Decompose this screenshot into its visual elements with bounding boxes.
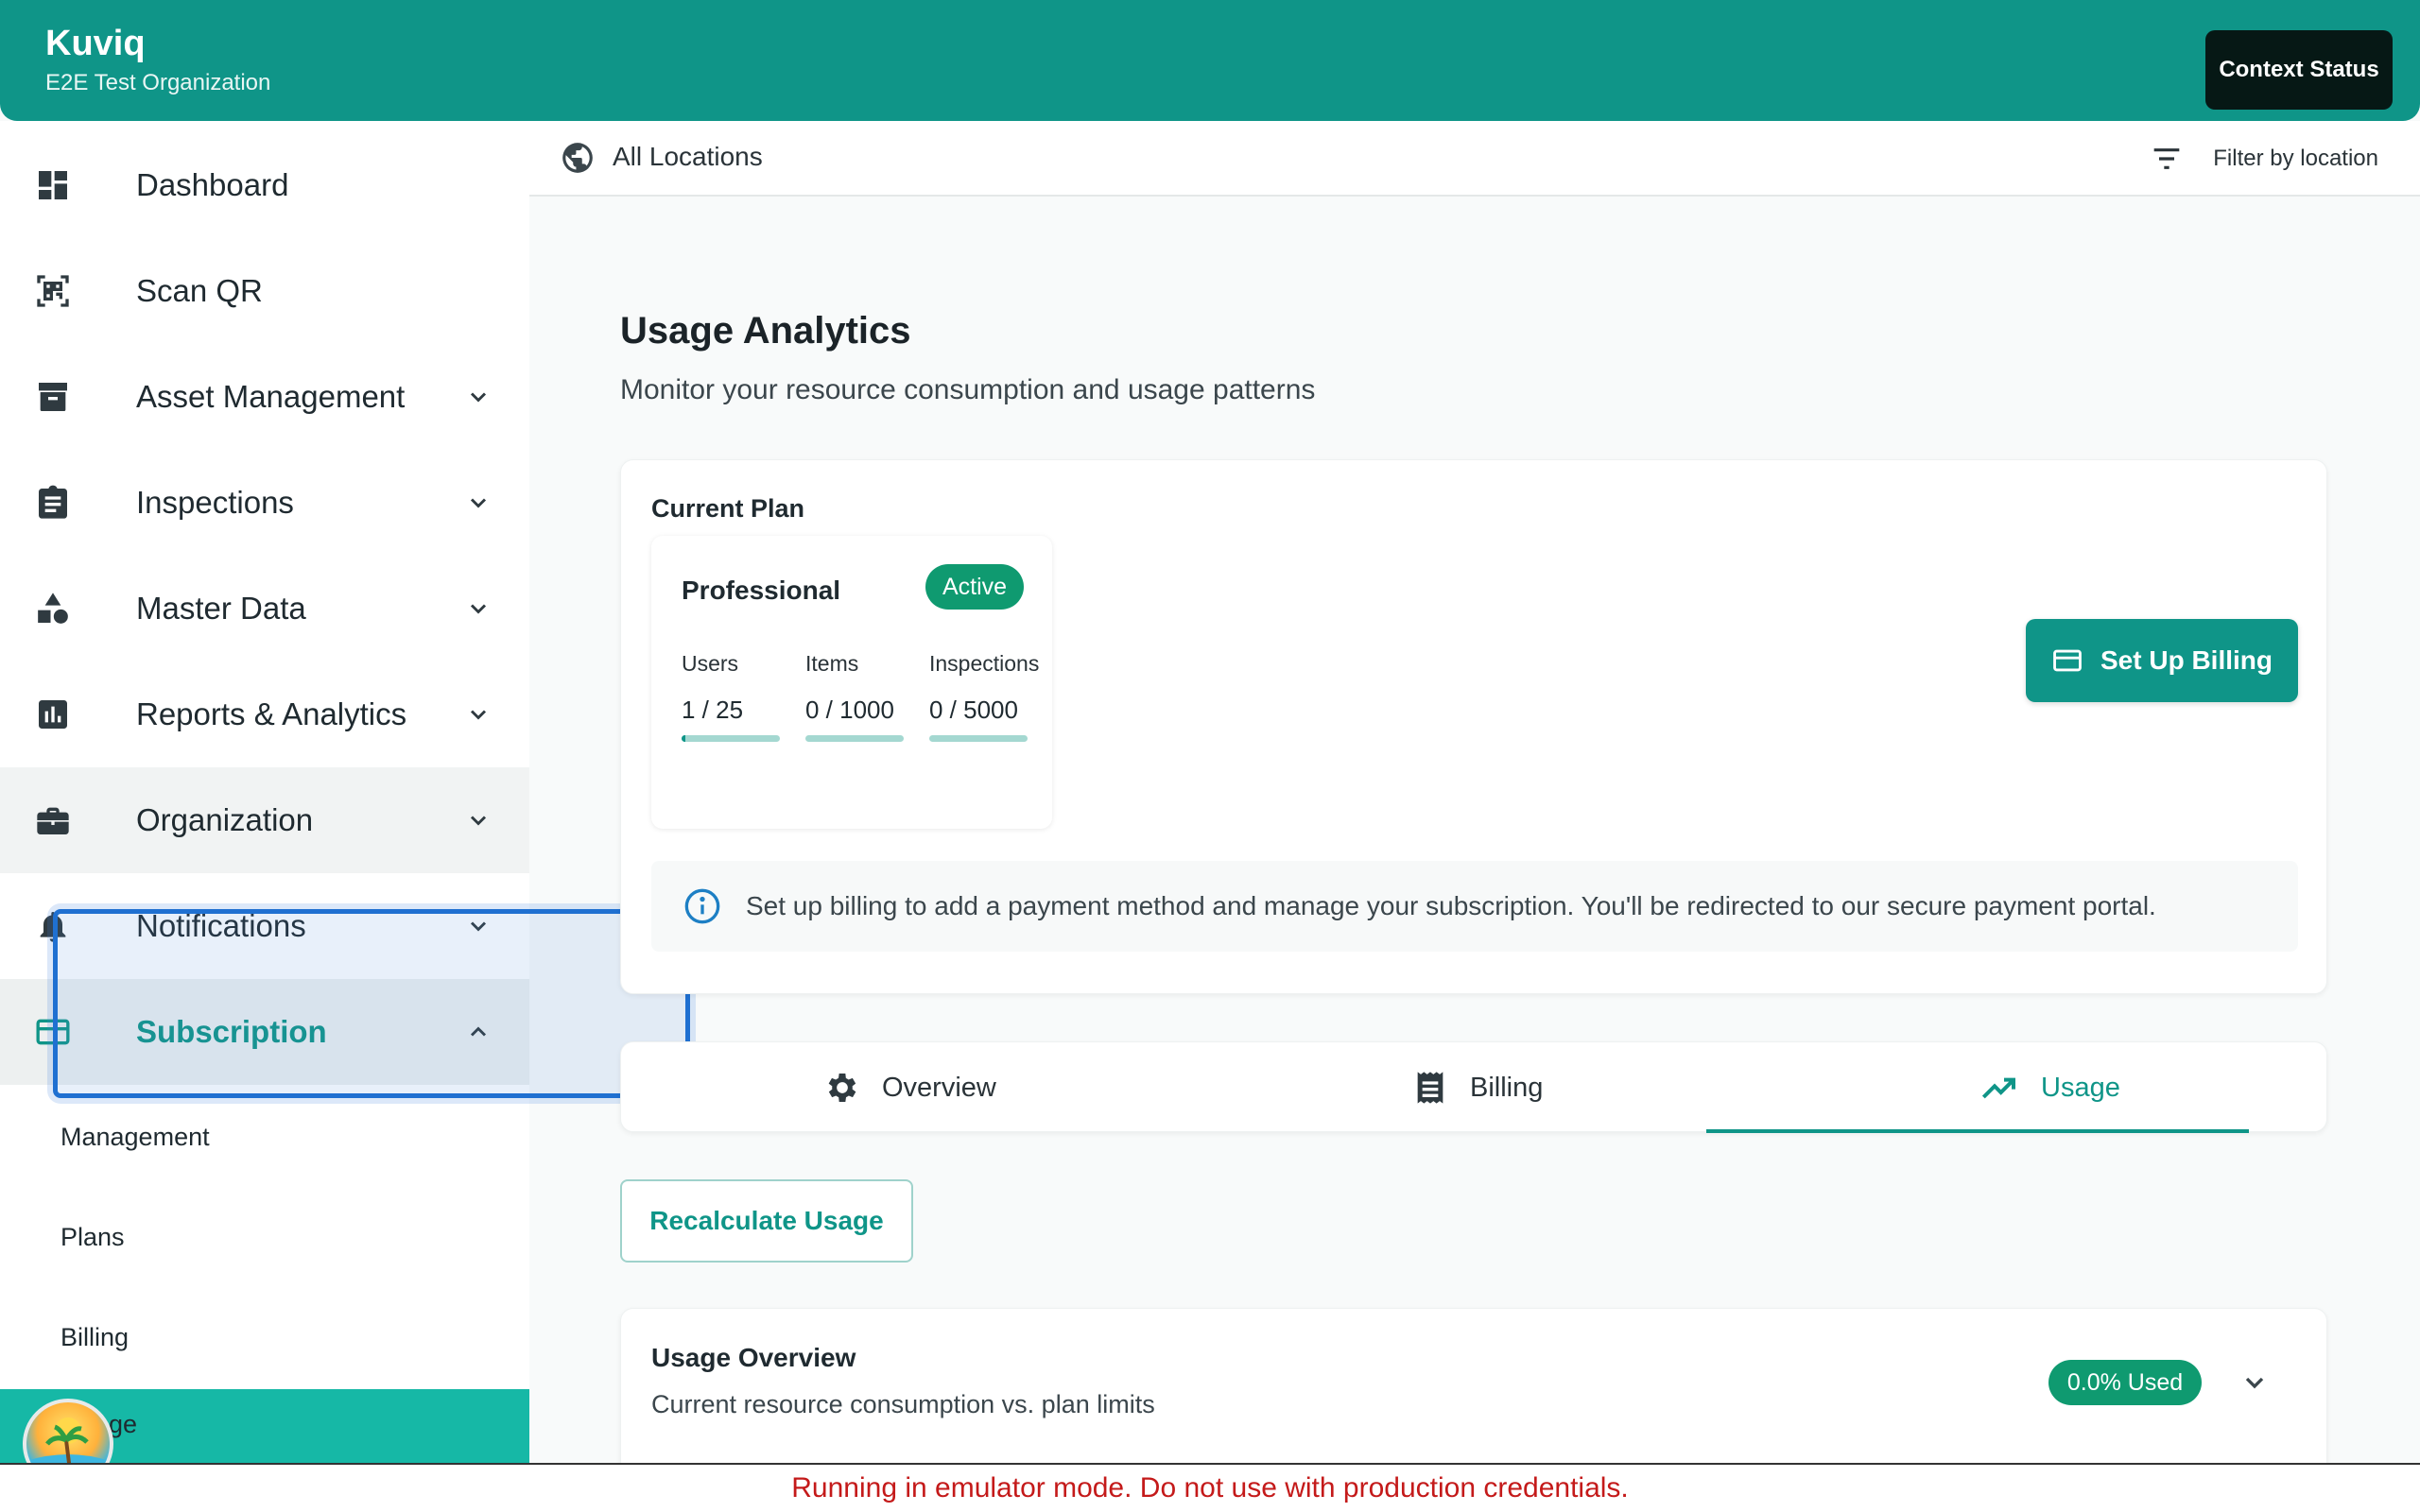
metric-label: Inspections <box>929 651 1040 676</box>
chevron-down-icon[interactable] <box>465 701 492 728</box>
plan-summary: Professional Active Users 1 / 25 Items 0… <box>651 536 1052 829</box>
tab-label: Overview <box>882 1072 996 1103</box>
chevron-down-icon[interactable] <box>465 384 492 410</box>
selection-highlight <box>53 909 690 1098</box>
metric-value: 0 / 1000 <box>805 696 894 724</box>
sidebar-item-reports-analytics[interactable]: Reports & Analytics <box>0 662 529 767</box>
location-bar: All Locations Filter by location <box>529 121 2420 197</box>
sidebar-item-label: Dashboard <box>136 167 289 202</box>
clipboard-icon <box>33 483 73 523</box>
context-status-button[interactable]: Context Status <box>2205 30 2393 110</box>
emulator-warning-banner: Running in emulator mode. Do not use wit… <box>0 1463 2420 1512</box>
sidebar-item-dashboard[interactable]: Dashboard <box>0 132 529 238</box>
metric-progress-bar <box>929 735 1028 742</box>
gear-icon <box>828 1074 856 1102</box>
metric-value: 1 / 25 <box>682 696 744 724</box>
sidebar-item-master-data[interactable]: Master Data <box>0 556 529 662</box>
metric-label: Users <box>682 651 739 676</box>
shapes-icon <box>33 589 73 628</box>
page-subtitle: Monitor your resource consumption and us… <box>620 374 1316 405</box>
sidebar-subitem-management[interactable]: Management <box>60 1123 210 1152</box>
sidebar-item-inspections[interactable]: Inspections <box>0 450 529 556</box>
sidebar-subitem-plans[interactable]: Plans <box>60 1223 125 1252</box>
metric-progress-bar <box>805 735 904 742</box>
sidebar-subitem-label: ge <box>109 1410 138 1438</box>
filter-by-location-button[interactable]: Filter by location <box>2213 146 2378 172</box>
metric-label: Items <box>805 651 859 676</box>
trending-up-icon <box>1981 1077 2015 1099</box>
metric-users: Users 1 / 25 <box>682 651 780 742</box>
current-plan-heading: Current Plan <box>651 494 805 523</box>
bar-chart-icon <box>33 695 73 734</box>
archive-icon <box>33 377 73 417</box>
metric-progress-bar <box>682 735 780 742</box>
sidebar-item-scan-qr[interactable]: Scan QR <box>0 238 529 344</box>
page-title: Usage Analytics <box>620 310 911 352</box>
metric-inspections: Inspections 0 / 5000 <box>929 651 1040 742</box>
sidebar-item-label: Inspections <box>136 485 294 520</box>
receipt-icon <box>1417 1072 1443 1104</box>
chevron-down-icon[interactable] <box>2239 1367 2270 1398</box>
info-icon <box>684 888 720 924</box>
briefcase-icon <box>33 800 73 840</box>
credit-card-icon <box>2053 649 2082 672</box>
tab-label: Billing <box>1470 1072 1544 1103</box>
usage-overview-subtitle: Current resource consumption vs. plan li… <box>651 1390 1155 1418</box>
active-tab-indicator <box>1706 1129 2249 1133</box>
sidebar-item-organization[interactable]: Organization <box>0 767 529 873</box>
app-header: Kuviq E2E Test Organization Context Stat… <box>0 0 2420 121</box>
sidebar-item-label: Asset Management <box>136 379 406 414</box>
organization-name: E2E Test Organization <box>45 69 271 95</box>
status-badge: Active <box>925 564 1024 610</box>
filter-icon[interactable] <box>2152 146 2182 172</box>
dashboard-icon <box>33 165 73 205</box>
billing-info-text: Set up billing to add a payment method a… <box>746 891 2156 920</box>
brand-name: Kuviq <box>45 24 146 64</box>
sidebar-item-label: Master Data <box>136 591 306 626</box>
chevron-down-icon[interactable] <box>465 595 492 622</box>
set-up-billing-button[interactable]: Set Up Billing <box>2026 619 2298 702</box>
plan-name: Professional <box>682 576 841 605</box>
sidebar-item-label: Organization <box>136 802 314 837</box>
tab-usage[interactable]: Usage <box>1979 1042 2120 1133</box>
recalculate-usage-button[interactable]: Recalculate Usage <box>620 1179 913 1263</box>
sidebar-item-label: Scan QR <box>136 273 263 308</box>
metric-value: 0 / 5000 <box>929 696 1018 724</box>
usage-percent-badge: 0.0% Used <box>2048 1360 2202 1405</box>
tab-bar: Overview Billing Usage <box>620 1041 2327 1133</box>
tab-billing[interactable]: Billing <box>1411 1042 1543 1133</box>
chevron-down-icon[interactable] <box>465 490 492 516</box>
qr-scan-icon <box>33 271 73 311</box>
usage-overview-title: Usage Overview <box>651 1343 856 1372</box>
chevron-down-icon[interactable] <box>465 807 492 833</box>
tab-overview[interactable]: Overview <box>823 1042 996 1133</box>
brand: Kuviq E2E Test Organization <box>45 24 271 96</box>
sidebar: Dashboard Scan QR Asset Management Inspe… <box>0 121 529 1463</box>
globe-icon <box>562 143 593 173</box>
sidebar-item-asset-management[interactable]: Asset Management <box>0 344 529 450</box>
metric-progress-fill <box>682 735 686 742</box>
set-up-billing-label: Set Up Billing <box>2100 645 2273 675</box>
tab-label: Usage <box>2041 1072 2120 1103</box>
current-plan-card: Current Plan Professional Active Users 1… <box>620 459 2327 994</box>
current-location[interactable]: All Locations <box>613 142 763 172</box>
metric-items: Items 0 / 1000 <box>805 651 904 742</box>
billing-info-alert: Set up billing to add a payment method a… <box>651 861 2298 952</box>
sidebar-subitem-billing[interactable]: Billing <box>60 1323 129 1352</box>
sidebar-item-label: Reports & Analytics <box>136 696 407 731</box>
